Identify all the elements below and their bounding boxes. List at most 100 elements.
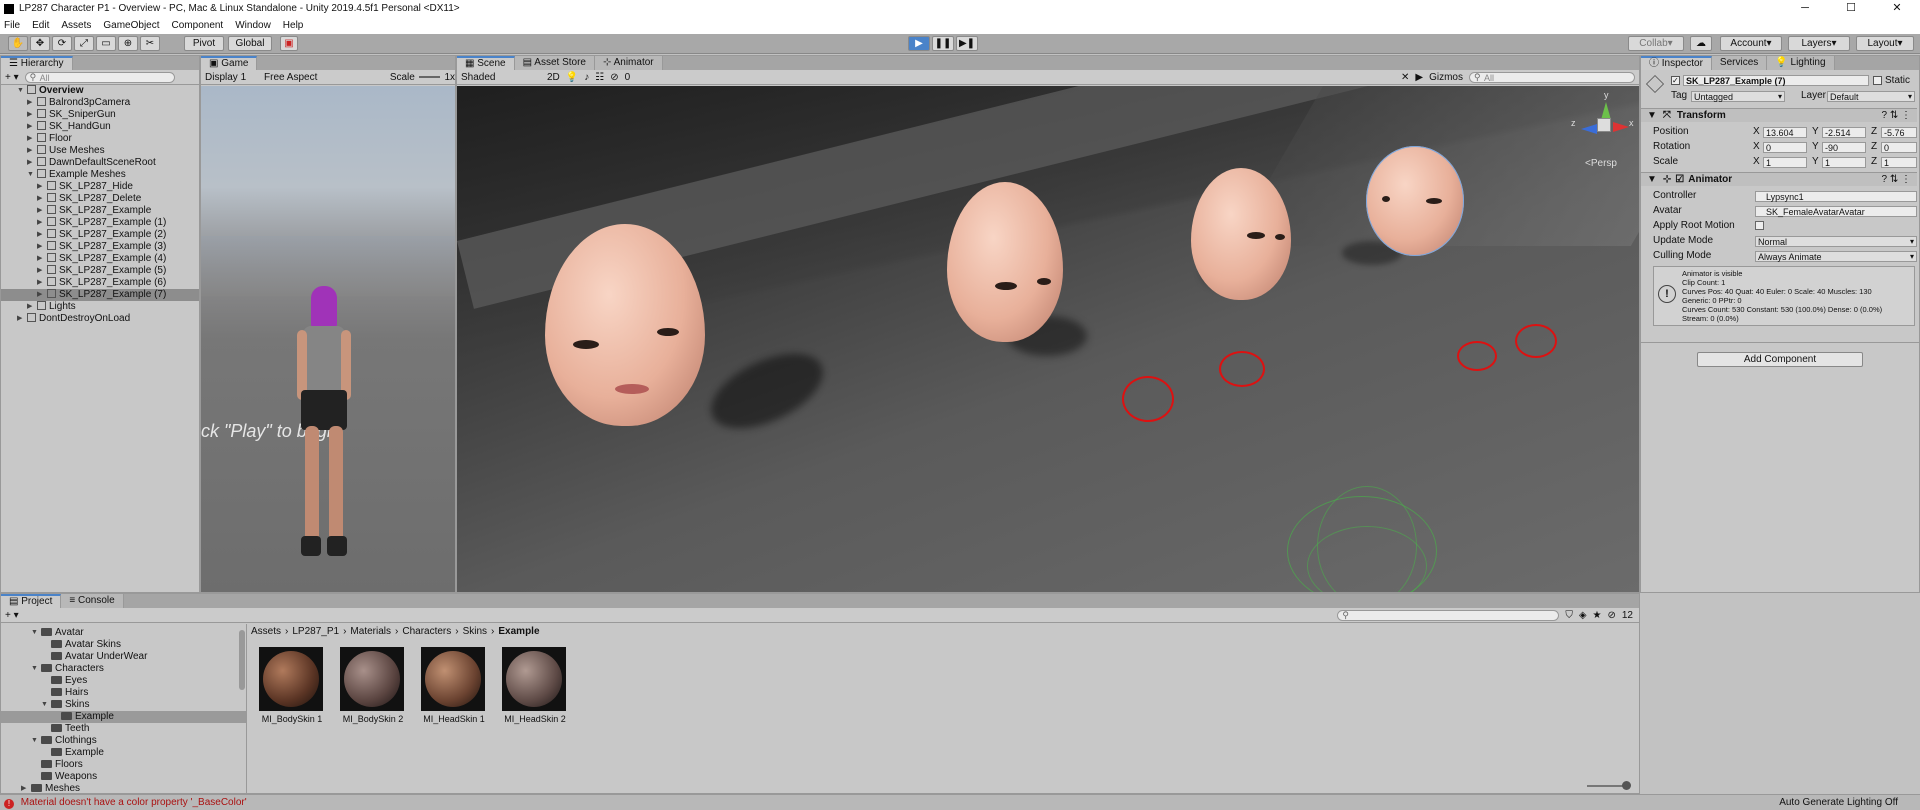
- expand-arrow-icon[interactable]: ▶: [27, 97, 36, 109]
- pause-button[interactable]: ❚❚: [932, 36, 954, 51]
- expand-arrow-icon[interactable]: ▼: [41, 699, 50, 711]
- layout-dropdown[interactable]: Layout ▾: [1856, 36, 1914, 51]
- favorite-icon[interactable]: ★: [1593, 610, 1602, 621]
- scene-search-input[interactable]: All: [1469, 71, 1635, 83]
- object-name-field[interactable]: SK_LP287_Example (7): [1683, 75, 1869, 86]
- expand-arrow-icon[interactable]: ▶: [17, 313, 26, 325]
- expand-arrow-icon[interactable]: ▶: [27, 157, 36, 169]
- filter-label-icon[interactable]: ◈: [1579, 610, 1587, 621]
- layers-dropdown[interactable]: Layers ▾: [1788, 36, 1850, 51]
- expand-arrow-icon[interactable]: ▼: [27, 169, 36, 181]
- filter-type-icon[interactable]: ⛉: [1565, 610, 1573, 621]
- hierarchy-item[interactable]: ▶ Balrond3pCamera: [1, 97, 199, 109]
- hierarchy-item[interactable]: ▶ SK_LP287_Example (3): [1, 241, 199, 253]
- game-viewport[interactable]: ck "Play" to begi: [201, 86, 455, 592]
- rotation-z-field[interactable]: 0: [1881, 142, 1917, 153]
- asset-item[interactable]: MI_BodySkin 1: [259, 647, 325, 724]
- transform-tool-icon[interactable]: ⊕: [118, 36, 138, 51]
- add-component-button[interactable]: Add Component: [1697, 352, 1863, 367]
- move-tool-icon[interactable]: ✥: [30, 36, 50, 51]
- project-folder-item[interactable]: ▼ Skins: [1, 699, 246, 711]
- rotation-y-field[interactable]: -90: [1822, 142, 1866, 153]
- project-tree-scrollbar[interactable]: [239, 630, 245, 690]
- status-error-message[interactable]: Material doesn't have a color property '…: [21, 797, 247, 808]
- scale-y-field[interactable]: 1: [1822, 157, 1866, 168]
- expand-arrow-icon[interactable]: ▼: [31, 627, 40, 639]
- step-button[interactable]: ▶❚: [956, 36, 978, 51]
- close-button[interactable]: ✕: [1874, 0, 1920, 17]
- hierarchy-item[interactable]: ▶ SK_LP287_Example: [1, 205, 199, 217]
- menu-help[interactable]: Help: [283, 20, 304, 31]
- project-folder-item[interactable]: ▼ Avatar: [1, 627, 246, 639]
- expand-arrow-icon[interactable]: ▶: [27, 301, 36, 313]
- hierarchy-item[interactable]: ▶ SK_LP287_Example (2): [1, 229, 199, 241]
- tab-project[interactable]: ▤ Project: [1, 594, 62, 608]
- expand-arrow-icon[interactable]: ▶: [37, 193, 46, 205]
- hierarchy-item[interactable]: ▶ SK_LP287_Delete: [1, 193, 199, 205]
- gizmos-dropdown[interactable]: Gizmos: [1429, 72, 1463, 83]
- record-icon[interactable]: ▣: [280, 36, 298, 51]
- breadcrumb-lp287[interactable]: LP287_P1: [292, 624, 339, 639]
- rect-tool-icon[interactable]: ▭: [96, 36, 116, 51]
- hierarchy-search-input[interactable]: All: [24, 71, 175, 83]
- expand-arrow-icon[interactable]: ▶: [37, 217, 46, 229]
- bone-gizmo-2[interactable]: [1219, 351, 1265, 387]
- project-folder-item[interactable]: Eyes: [1, 675, 246, 687]
- scale-slider[interactable]: [418, 76, 441, 78]
- tab-lighting[interactable]: 💡 Lighting: [1767, 56, 1835, 70]
- hierarchy-item[interactable]: ▶ SK_LP287_Example (7): [1, 289, 199, 301]
- tag-dropdown[interactable]: Untagged: [1691, 91, 1785, 102]
- custom-tool-icon[interactable]: ✂: [140, 36, 160, 51]
- minimize-button[interactable]: ─: [1782, 0, 1828, 17]
- hand-tool-icon[interactable]: ✋: [8, 36, 28, 51]
- expand-arrow-icon[interactable]: ▼: [31, 663, 40, 675]
- maximize-button[interactable]: ☐: [1828, 0, 1874, 17]
- tab-inspector[interactable]: ⓘ Inspector: [1641, 56, 1712, 70]
- menu-file[interactable]: File: [4, 20, 20, 31]
- expand-arrow-icon[interactable]: ▼: [31, 735, 40, 747]
- position-z-field[interactable]: -5.76: [1881, 127, 1917, 138]
- project-folder-item[interactable]: ▶ Meshes: [1, 783, 246, 793]
- project-folder-item[interactable]: Avatar UnderWear: [1, 651, 246, 663]
- rotation-x-field[interactable]: 0: [1763, 142, 1807, 153]
- cloud-icon[interactable]: ☁: [1690, 36, 1712, 51]
- expand-arrow-icon[interactable]: ▶: [21, 783, 30, 793]
- hierarchy-item[interactable]: ▼ Example Meshes: [1, 169, 199, 181]
- update-mode-dropdown[interactable]: Normal: [1755, 236, 1917, 247]
- rotate-tool-icon[interactable]: ⟳: [52, 36, 72, 51]
- static-checkbox[interactable]: [1873, 76, 1882, 85]
- project-folder-item[interactable]: Avatar Skins: [1, 639, 246, 651]
- hierarchy-item[interactable]: ▶ SK_LP287_Example (6): [1, 277, 199, 289]
- mode-2d-toggle[interactable]: 2D: [547, 72, 560, 83]
- tools-icon[interactable]: ✕: [1401, 72, 1409, 83]
- hidden-packages-icon[interactable]: ⊘: [1607, 610, 1615, 621]
- hierarchy-item[interactable]: ▶ SK_LP287_Hide: [1, 181, 199, 193]
- project-folder-item[interactable]: Example: [1, 711, 246, 723]
- asset-item[interactable]: MI_HeadSkin 1: [421, 647, 487, 724]
- scale-z-field[interactable]: 1: [1881, 157, 1917, 168]
- breadcrumb-example[interactable]: Example: [498, 624, 539, 639]
- effects-icon[interactable]: ☷: [595, 72, 604, 83]
- collab-dropdown[interactable]: Collab ▾: [1628, 36, 1684, 51]
- global-toggle[interactable]: Global: [228, 36, 272, 51]
- hierarchy-item[interactable]: ▶ SK_LP287_Example (1): [1, 217, 199, 229]
- project-create-dropdown[interactable]: + ▾: [5, 610, 19, 621]
- project-folder-item[interactable]: Example: [1, 747, 246, 759]
- hierarchy-item[interactable]: ▶ SK_SniperGun: [1, 109, 199, 121]
- lighting-icon[interactable]: 💡: [566, 72, 578, 83]
- lighting-status[interactable]: Auto Generate Lighting Off: [1779, 795, 1898, 810]
- transform-header[interactable]: ▼ ⤧ Transform? ⇅ ⋮: [1641, 108, 1917, 122]
- hierarchy-item[interactable]: ▶ SK_LP287_Example (5): [1, 265, 199, 277]
- hidden-objects-icon[interactable]: ⊘: [610, 72, 618, 83]
- breadcrumb-assets[interactable]: Assets: [251, 624, 281, 639]
- expand-arrow-icon[interactable]: ▶: [27, 145, 36, 157]
- menu-edit[interactable]: Edit: [32, 20, 49, 31]
- breadcrumb-skins[interactable]: Skins: [463, 624, 487, 639]
- pivot-toggle[interactable]: Pivot: [184, 36, 224, 51]
- project-folder-item[interactable]: ▼ Clothings: [1, 735, 246, 747]
- tab-game[interactable]: ▣ Game: [201, 56, 258, 70]
- hierarchy-item[interactable]: ▶ DontDestroyOnLoad: [1, 313, 199, 325]
- hierarchy-item[interactable]: ▶ DawnDefaultSceneRoot: [1, 157, 199, 169]
- expand-arrow-icon[interactable]: ▶: [27, 133, 36, 145]
- breadcrumb-characters[interactable]: Characters: [402, 624, 451, 639]
